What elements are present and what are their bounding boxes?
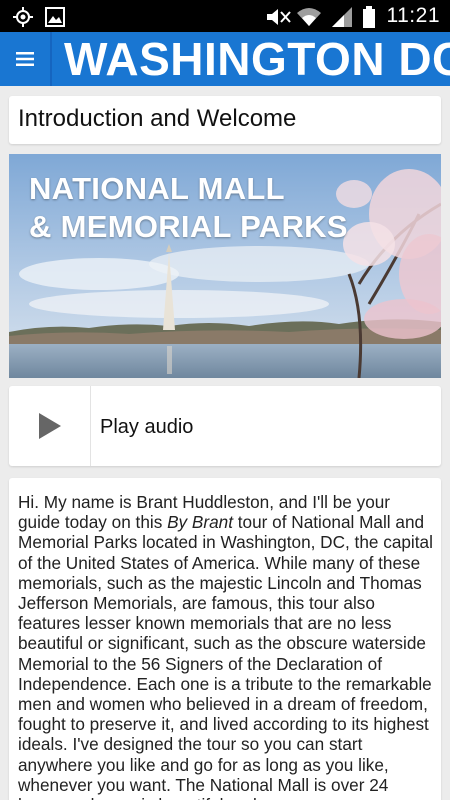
description-part2: tour of National Mall and Memorial Parks…	[18, 512, 433, 800]
play-audio-button[interactable]	[9, 386, 91, 466]
hamburger-menu-icon	[16, 52, 34, 66]
hero-title: NATIONAL MALL & MEMORIAL PARKS	[29, 170, 348, 246]
description-emphasis: By Brant	[167, 512, 233, 533]
hero-image: NATIONAL MALL & MEMORIAL PARKS	[9, 154, 441, 378]
menu-button[interactable]	[0, 32, 50, 86]
app-bar: WASHINGTON DC	[0, 32, 450, 86]
hero-title-line2: & MEMORIAL PARKS	[29, 209, 348, 244]
gps-icon	[13, 7, 33, 27]
status-time: 11:21	[386, 4, 440, 27]
mute-icon	[267, 9, 291, 25]
description-card: Hi. My name is Brant Huddleston, and I'l…	[9, 478, 441, 800]
play-audio-label[interactable]: Play audio	[100, 416, 193, 439]
menu-divider	[50, 32, 52, 86]
signal-icon	[332, 7, 352, 27]
play-icon	[38, 413, 61, 439]
battery-icon	[363, 6, 375, 28]
wifi-icon	[297, 8, 321, 26]
description-text: Hi. My name is Brant Huddleston, and I'l…	[18, 492, 436, 800]
image-icon	[45, 7, 65, 27]
audio-card: Play audio	[9, 386, 441, 466]
status-bar: 11:21	[0, 0, 450, 32]
intro-card[interactable]: Introduction and Welcome	[9, 96, 441, 144]
app-title: WASHINGTON DC	[64, 33, 450, 85]
hero-title-line1: NATIONAL MALL	[29, 171, 285, 206]
intro-title: Introduction and Welcome	[18, 105, 297, 132]
